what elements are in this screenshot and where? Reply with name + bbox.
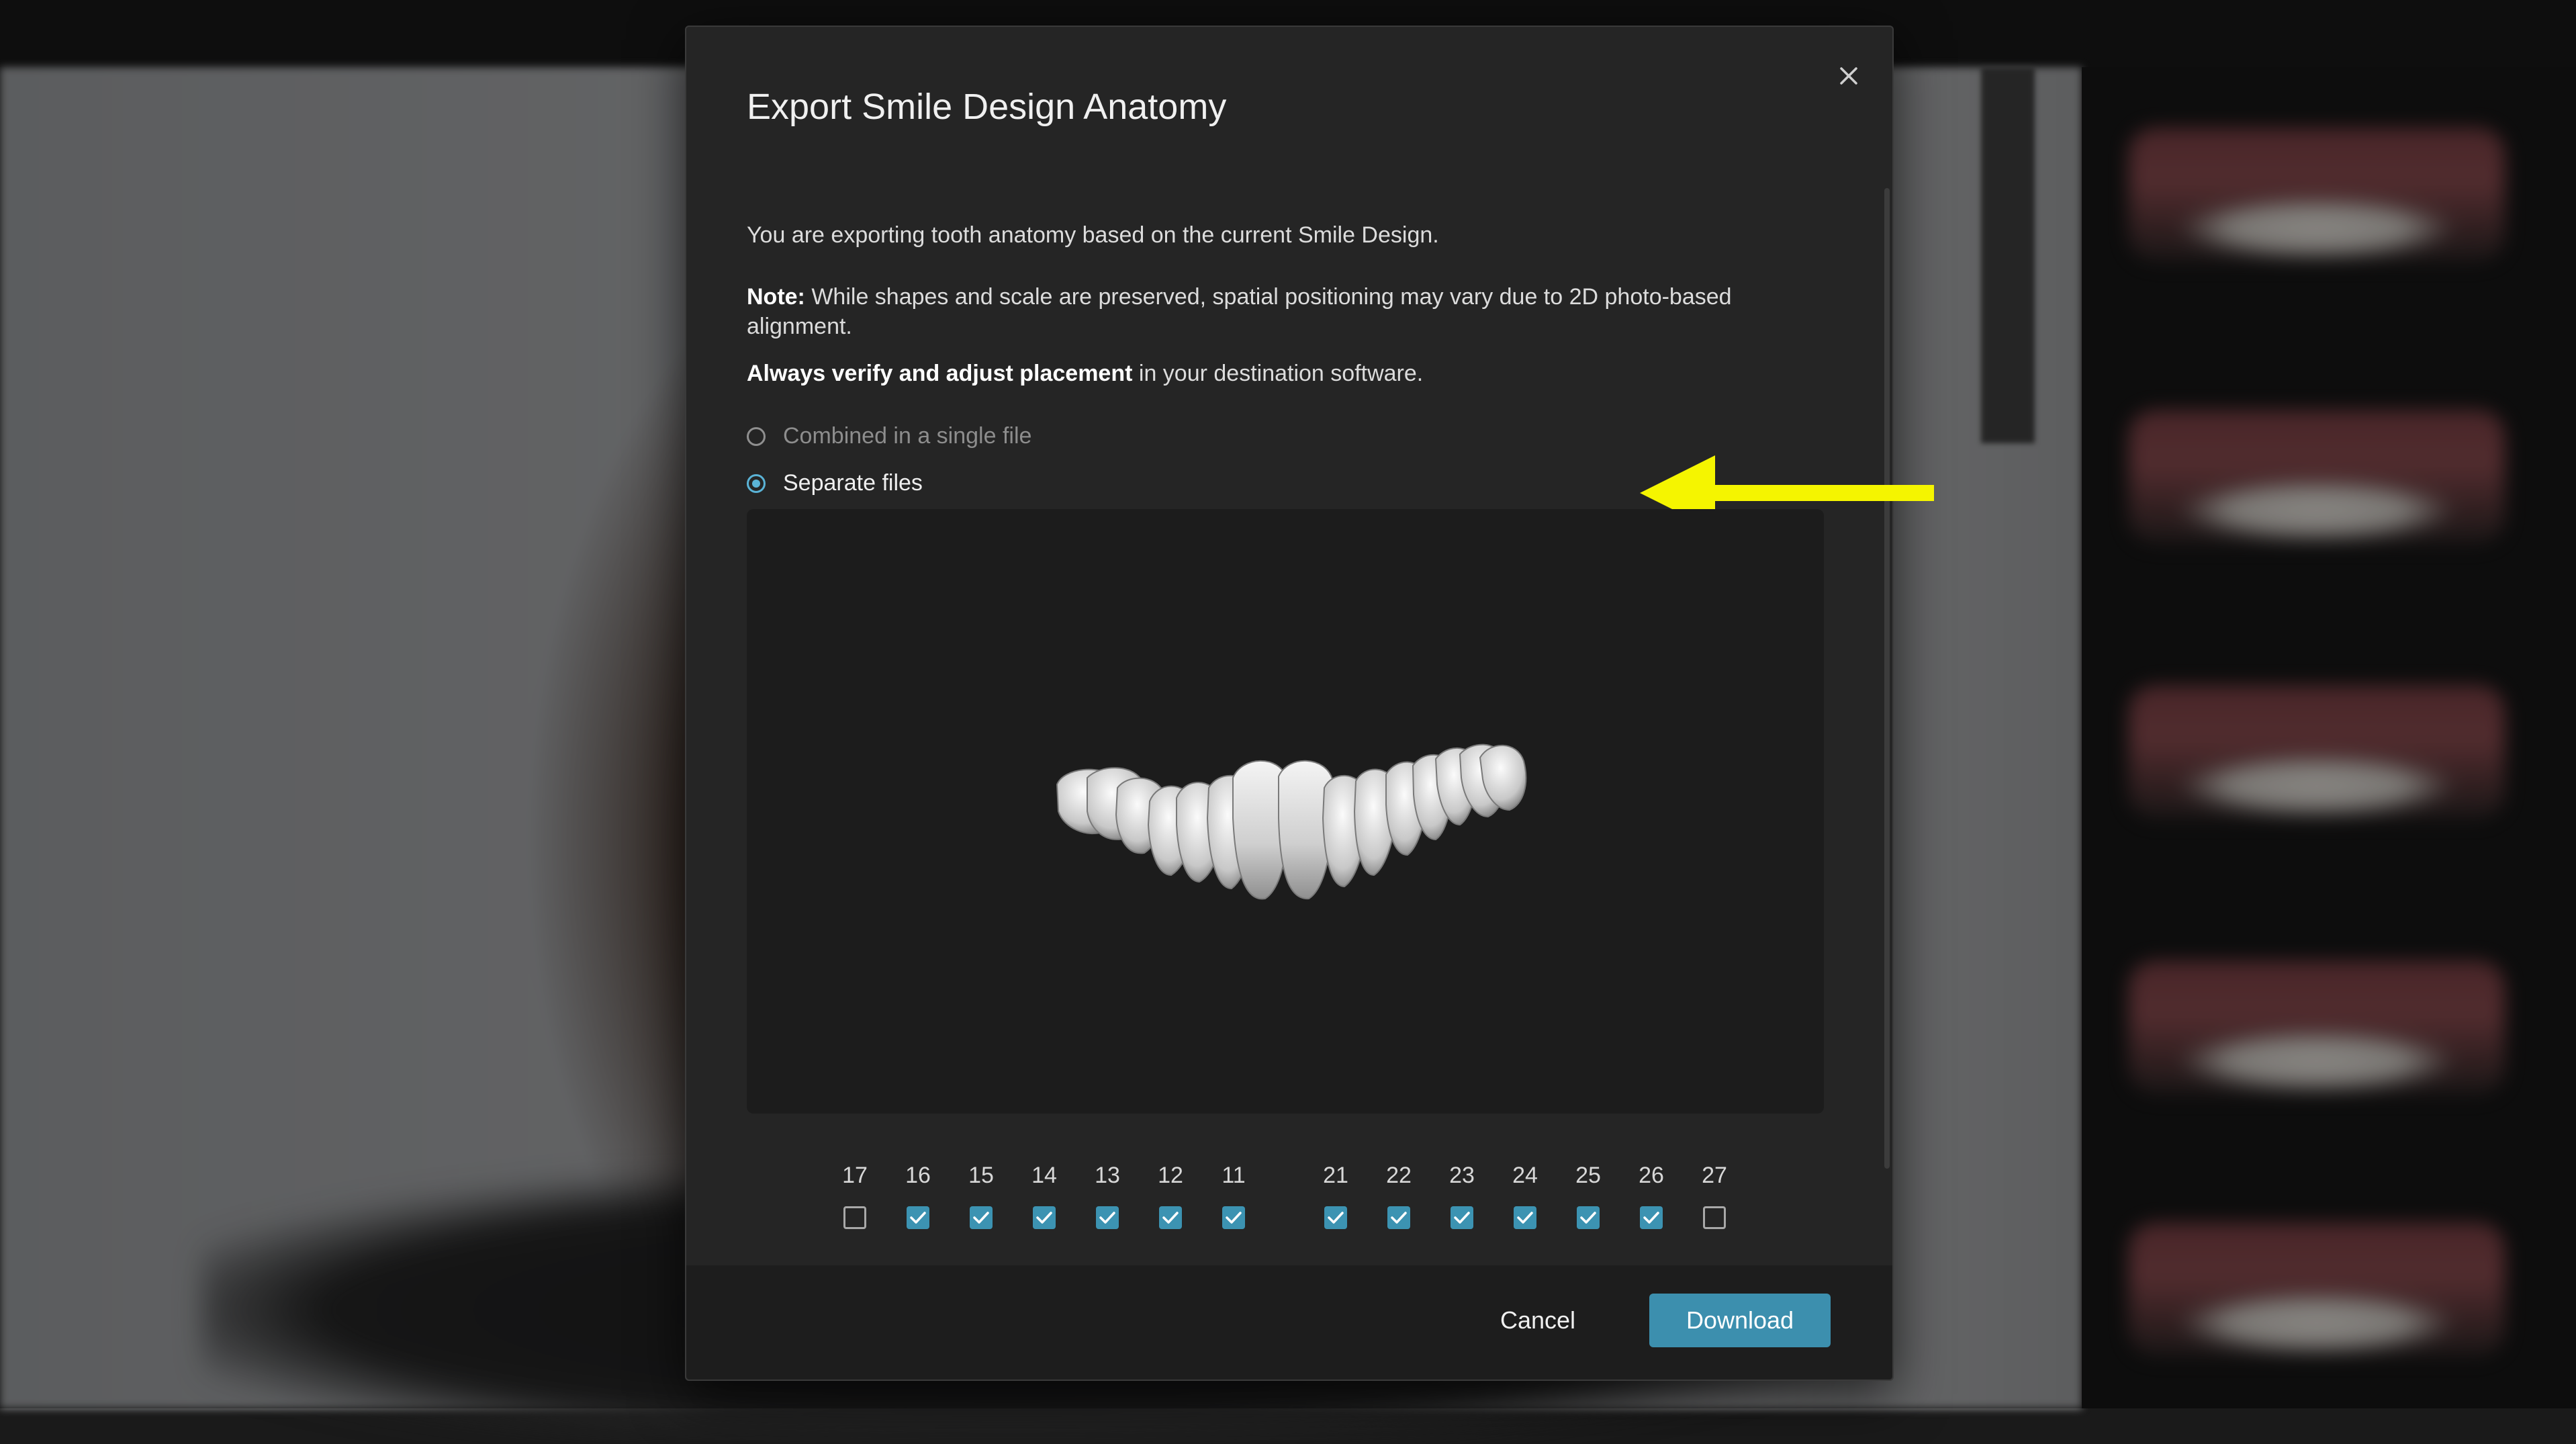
radio-separate[interactable] bbox=[747, 473, 766, 493]
tooth-checkbox-16[interactable] bbox=[907, 1206, 929, 1229]
note-label: Note: bbox=[747, 284, 805, 310]
tooth-item-13: 13 bbox=[1080, 1162, 1134, 1229]
checkmark-icon bbox=[1391, 1212, 1407, 1224]
checkmark-icon bbox=[1643, 1212, 1659, 1224]
tooth-checkbox-12[interactable] bbox=[1159, 1206, 1182, 1229]
verify-body: in your destination software. bbox=[1132, 361, 1424, 386]
dialog-footer: Cancel Download bbox=[686, 1265, 1892, 1380]
tooth-number: 16 bbox=[905, 1163, 931, 1188]
option-label: Separate files bbox=[783, 470, 923, 496]
download-button[interactable]: Download bbox=[1649, 1294, 1831, 1347]
tooth-checkbox-24[interactable] bbox=[1514, 1206, 1536, 1229]
tooth-checkbox-22[interactable] bbox=[1387, 1206, 1410, 1229]
tooth-number: 12 bbox=[1158, 1163, 1183, 1188]
verify-text: Always verify and adjust placement in yo… bbox=[747, 359, 1835, 388]
tooth-item-12: 12 bbox=[1144, 1162, 1197, 1229]
tooth-checkbox-26[interactable] bbox=[1640, 1206, 1663, 1229]
dialog-scrollbar[interactable] bbox=[1884, 188, 1890, 1169]
checkmark-icon bbox=[973, 1212, 989, 1224]
tooth-number: 24 bbox=[1512, 1163, 1538, 1188]
tooth-checkbox-11[interactable] bbox=[1222, 1206, 1245, 1229]
tooth-checkbox-25[interactable] bbox=[1577, 1206, 1600, 1229]
tooth-number: 22 bbox=[1386, 1163, 1412, 1188]
tooth-checkbox-21[interactable] bbox=[1324, 1206, 1347, 1229]
tooth-number: 26 bbox=[1639, 1163, 1664, 1188]
close-icon bbox=[1840, 67, 1857, 85]
tooth-item-27: 27 bbox=[1688, 1162, 1741, 1229]
checkmark-icon bbox=[1036, 1212, 1052, 1224]
tooth-number: 14 bbox=[1031, 1163, 1057, 1188]
tooth-checkbox-13[interactable] bbox=[1096, 1206, 1119, 1229]
tooth-number: 17 bbox=[842, 1163, 868, 1188]
tooth-item-25: 25 bbox=[1561, 1162, 1615, 1229]
option-combined-single-file[interactable]: Combined in a single file bbox=[747, 423, 1031, 449]
tooth-item-22: 22 bbox=[1372, 1162, 1426, 1229]
intro-text: You are exporting tooth anatomy based on… bbox=[747, 222, 1439, 248]
tooth-number: 13 bbox=[1095, 1163, 1120, 1188]
teeth-model-icon bbox=[1056, 743, 1527, 900]
checkmark-icon bbox=[1580, 1212, 1596, 1224]
checkmark-icon bbox=[1517, 1212, 1533, 1224]
cancel-button[interactable]: Cancel bbox=[1477, 1294, 1598, 1347]
tooth-item-16: 16 bbox=[891, 1162, 945, 1229]
tooth-number: 11 bbox=[1222, 1163, 1246, 1188]
export-dialog: Export Smile Design Anatomy You are expo… bbox=[685, 26, 1934, 1381]
radio-combined[interactable] bbox=[747, 426, 766, 446]
tooth-checkbox-27[interactable] bbox=[1703, 1206, 1726, 1229]
checkmark-icon bbox=[910, 1212, 926, 1224]
anatomy-3d-preview[interactable] bbox=[747, 509, 1824, 1114]
option-label: Combined in a single file bbox=[783, 423, 1032, 449]
checkmark-icon bbox=[1328, 1212, 1344, 1224]
tooth-checkbox-15[interactable] bbox=[970, 1206, 993, 1229]
tooth-item-11: 11 bbox=[1207, 1162, 1260, 1229]
close-button[interactable] bbox=[1832, 59, 1866, 93]
note-body: While shapes and scale are preserved, sp… bbox=[747, 284, 1732, 339]
checkmark-icon bbox=[1226, 1212, 1242, 1224]
tooth-item-14: 14 bbox=[1017, 1162, 1071, 1229]
checkmark-icon bbox=[1454, 1212, 1470, 1224]
verify-bold: Always verify and adjust placement bbox=[747, 361, 1133, 386]
tooth-number: 15 bbox=[968, 1163, 994, 1188]
tooth-item-21: 21 bbox=[1309, 1162, 1363, 1229]
tooth-item-17: 17 bbox=[828, 1162, 882, 1229]
dialog-title: Export Smile Design Anatomy bbox=[747, 87, 1227, 127]
tooth-checkbox-17[interactable] bbox=[843, 1206, 866, 1229]
tooth-number: 25 bbox=[1575, 1163, 1601, 1188]
tooth-checkbox-23[interactable] bbox=[1451, 1206, 1473, 1229]
option-separate-files[interactable]: Separate files bbox=[747, 470, 923, 496]
tooth-number: 23 bbox=[1449, 1163, 1475, 1188]
tooth-item-23: 23 bbox=[1435, 1162, 1489, 1229]
tooth-number: 21 bbox=[1323, 1163, 1348, 1188]
tooth-item-15: 15 bbox=[954, 1162, 1008, 1229]
tooth-item-26: 26 bbox=[1624, 1162, 1678, 1229]
tooth-item-24: 24 bbox=[1498, 1162, 1552, 1229]
tooth-number: 27 bbox=[1702, 1163, 1727, 1188]
note-text: Note: While shapes and scale are preserv… bbox=[747, 282, 1835, 341]
tooth-checkbox-14[interactable] bbox=[1033, 1206, 1056, 1229]
checkmark-icon bbox=[1099, 1212, 1115, 1224]
checkmark-icon bbox=[1162, 1212, 1179, 1224]
